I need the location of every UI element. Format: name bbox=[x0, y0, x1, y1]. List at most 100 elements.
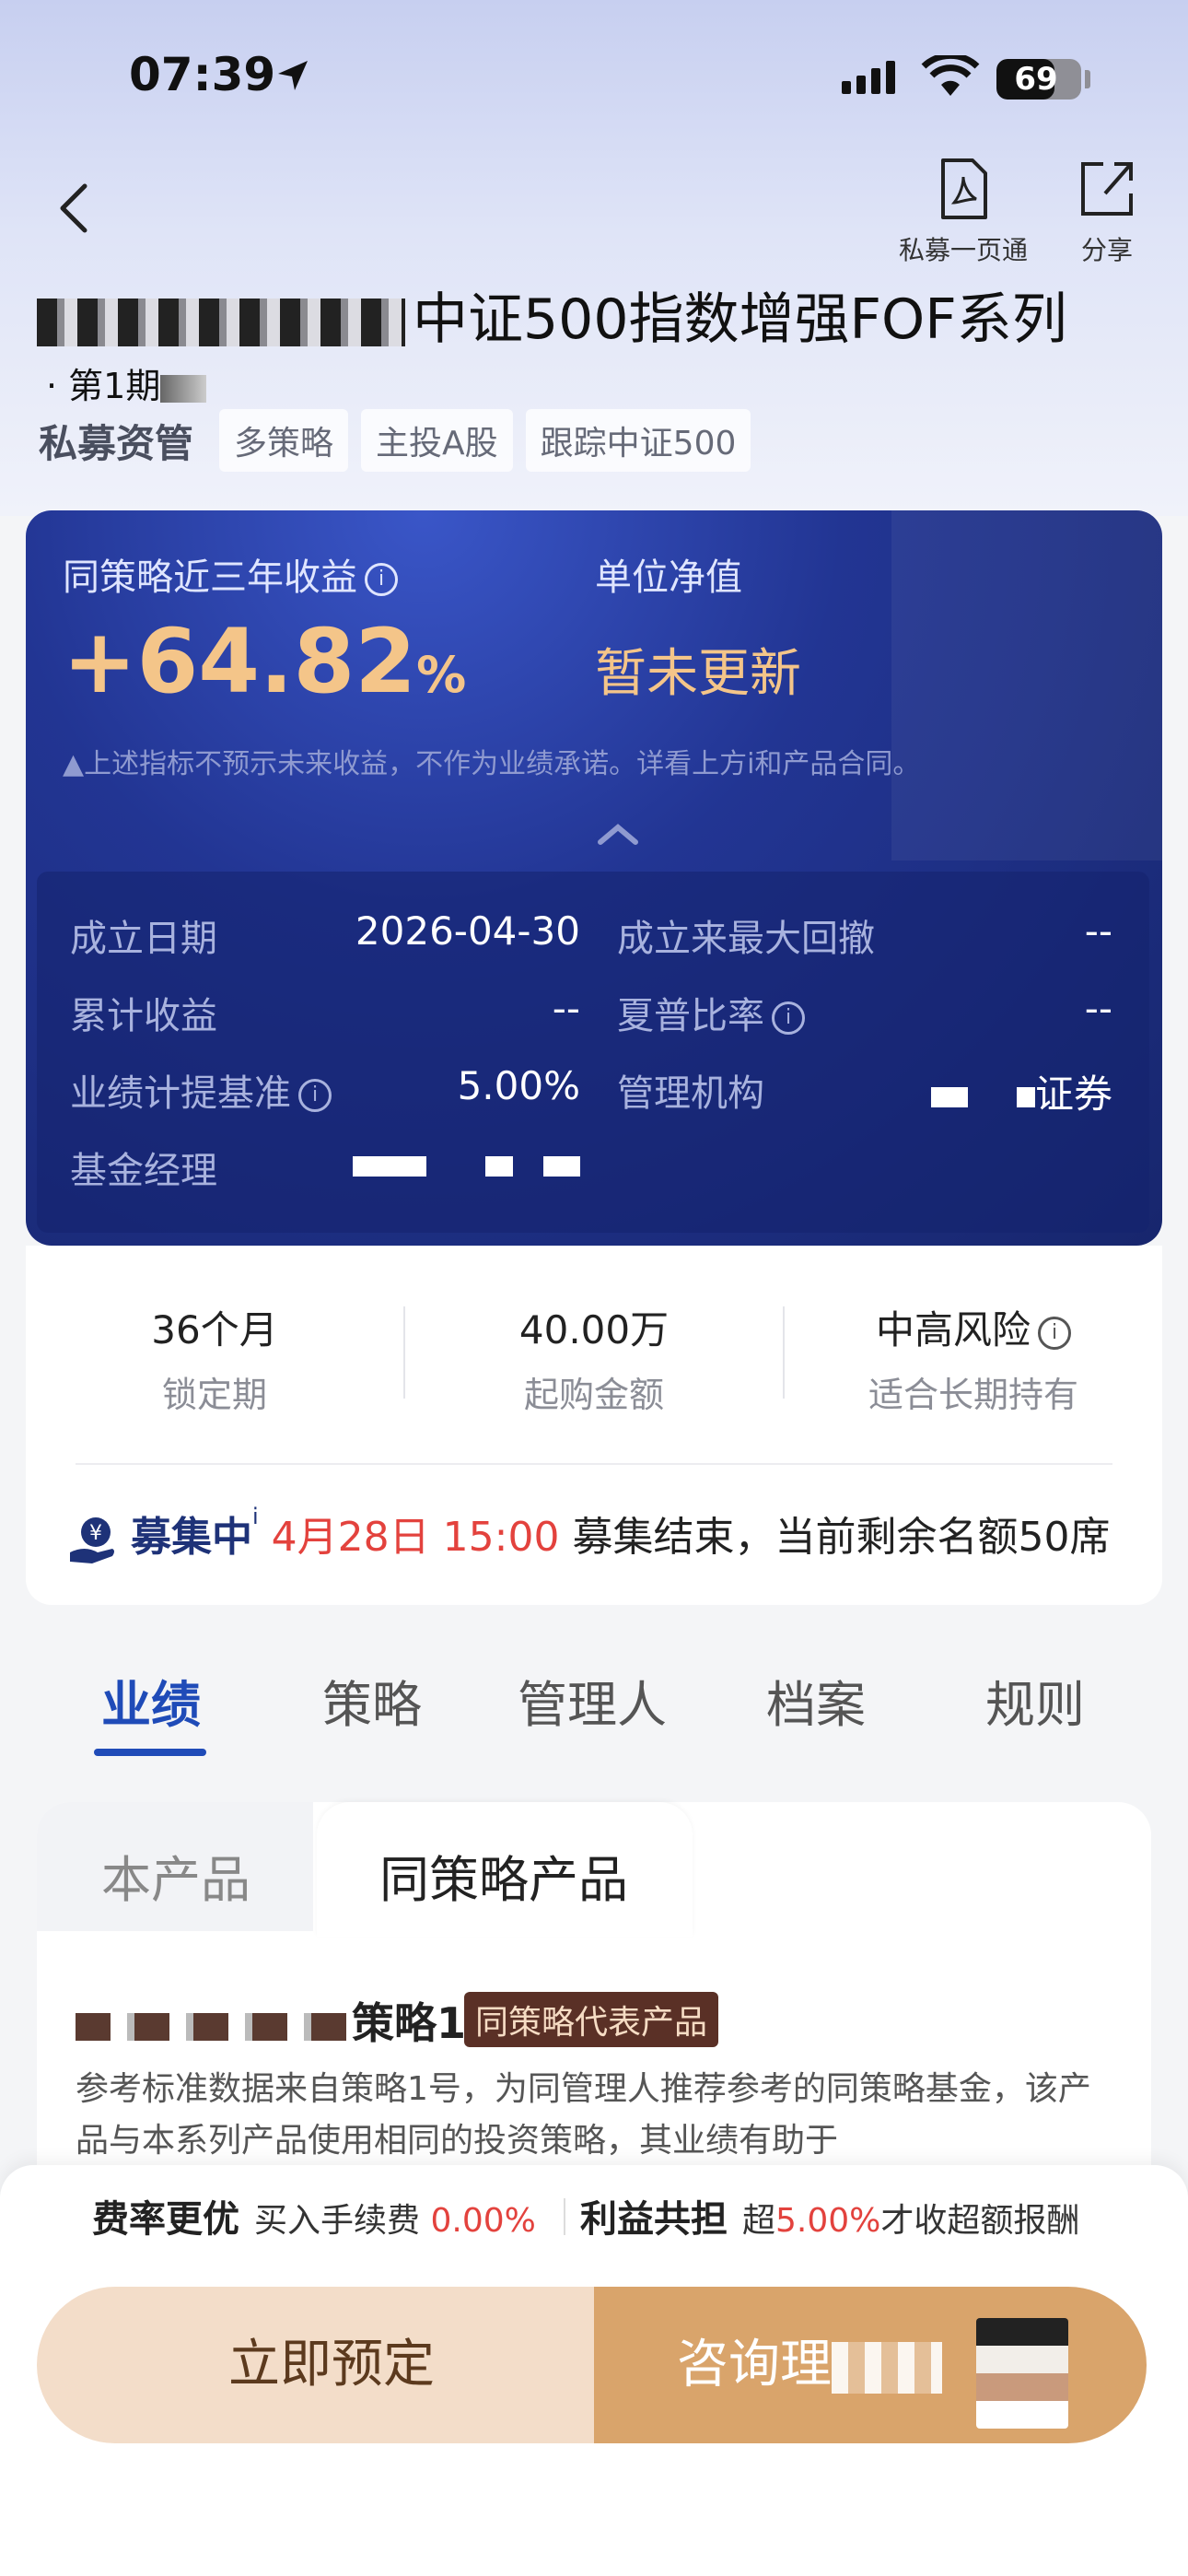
establish-date-label: 成立日期 bbox=[70, 918, 217, 960]
page-subtitle: · 第1期 bbox=[46, 357, 214, 408]
redacted-manager bbox=[353, 1155, 427, 1177]
reference-description: 参考标准数据来自策略1号，为同管理人推荐参考的同策略基金，该产品与本系列产品使用… bbox=[76, 2070, 1091, 2160]
shared-interest-suffix: 才收超额报酬 bbox=[880, 2202, 1080, 2240]
raising-status: 募集中 bbox=[131, 1514, 252, 1561]
tags-row: 私募资管 多策略 主投A股 跟踪中证500 bbox=[39, 409, 751, 472]
redacted-title-part bbox=[37, 299, 405, 347]
share-label: 分享 bbox=[1080, 235, 1133, 265]
management-org-text: 证券 bbox=[1034, 1071, 1112, 1117]
status-time: 07:39 bbox=[129, 48, 276, 101]
tab-rules[interactable]: 规则 bbox=[985, 1664, 1085, 1737]
management-org-value: 证券 bbox=[847, 1063, 1112, 1119]
raising-notice: ¥ 募集中i 4月28日 15:00 募集结束，当前剩余名额50席 bbox=[66, 1504, 1110, 1565]
tag-item: 跟踪中证500 bbox=[525, 409, 751, 472]
max-drawdown-value: -- bbox=[1084, 908, 1112, 954]
representative-badge: 同策略代表产品 bbox=[464, 1992, 719, 2047]
performance-card: 同策略近三年收益 i +64.82% 单位净值 暂未更新 ▲上述指标不预示未来收益… bbox=[26, 510, 1162, 1246]
cumulative-return-value: -- bbox=[552, 986, 580, 1031]
fee-benefit-title: 费率更优 bbox=[92, 2198, 239, 2241]
battery-tip bbox=[1085, 70, 1090, 88]
kpi-return-value: +64.82% bbox=[63, 610, 466, 713]
wifi-icon bbox=[921, 55, 980, 96]
svg-text:¥: ¥ bbox=[89, 1522, 102, 1545]
management-org-label: 管理机构 bbox=[617, 1072, 764, 1115]
redacted-org bbox=[1016, 1086, 1035, 1107]
risk-level-label: 适合长期持有 bbox=[868, 1375, 1078, 1415]
location-arrow-icon bbox=[278, 61, 308, 90]
divider bbox=[564, 2198, 565, 2235]
tag-item: 主投A股 bbox=[361, 409, 513, 472]
shared-interest-title: 利益共担 bbox=[580, 2198, 728, 2241]
lockup-label: 锁定期 bbox=[161, 1375, 267, 1415]
raising-info-sup[interactable]: i bbox=[252, 1504, 259, 1529]
details-panel: 成立日期 2026-04-30 成立来最大回撤 -- 累计收益 -- 夏普比率 i… bbox=[37, 872, 1149, 1233]
min-purchase-value: 40.00万 bbox=[518, 1307, 670, 1352]
cumulative-return-label: 累计收益 bbox=[70, 995, 217, 1037]
yuan-hand-icon: ¥ bbox=[70, 1517, 114, 1563]
sub-tab-same-strategy[interactable]: 同策略产品 bbox=[379, 1839, 628, 1912]
kpi-return-unit: % bbox=[416, 646, 467, 704]
benchmark-label: 业绩计提基准 i bbox=[70, 1063, 332, 1117]
advisor-avatar[interactable] bbox=[976, 2318, 1068, 2429]
fund-manager-label: 基金经理 bbox=[70, 1150, 217, 1192]
kpi-nav-value: 暂未更新 bbox=[595, 644, 801, 704]
back-chevron-icon[interactable] bbox=[52, 181, 98, 236]
tab-manager[interactable]: 管理人 bbox=[518, 1664, 667, 1737]
lockup-stat: 36个月 锁定期 bbox=[26, 1299, 403, 1417]
reserve-now-button[interactable]: 立即预定 bbox=[37, 2287, 626, 2443]
sharpe-ratio-label-text: 夏普比率 bbox=[617, 995, 764, 1037]
lockup-value: 36个月 bbox=[151, 1307, 278, 1352]
share-button[interactable]: 分享 bbox=[1077, 157, 1136, 267]
redacted-subtitle-part bbox=[160, 374, 207, 403]
active-tab-indicator bbox=[94, 1749, 206, 1756]
redacted-manager bbox=[543, 1155, 580, 1177]
kpi-return-label: 同策略近三年收益 i bbox=[63, 547, 398, 601]
benchmark-label-text: 业绩计提基准 bbox=[70, 1072, 291, 1115]
cellular-signal-icon bbox=[842, 61, 895, 94]
info-icon[interactable]: i bbox=[1038, 1316, 1071, 1350]
pdf-icon bbox=[941, 158, 987, 219]
shared-interest-value: 5.00% bbox=[775, 2202, 881, 2240]
establish-date-value: 2026-04-30 bbox=[355, 908, 580, 954]
kpi-return-number: +64.82 bbox=[63, 610, 417, 713]
pdf-onepage-button[interactable]: 私募一页通 bbox=[899, 157, 1028, 267]
tab-performance[interactable]: 业绩 bbox=[101, 1664, 201, 1737]
card-highlight bbox=[891, 510, 1162, 861]
info-icon[interactable]: i bbox=[365, 563, 398, 596]
sharpe-ratio-label: 夏普比率 i bbox=[617, 986, 805, 1039]
tab-strategy[interactable]: 策略 bbox=[322, 1664, 422, 1737]
raising-deadline: 4月28日 15:00 bbox=[271, 1514, 560, 1561]
fund-manager-value bbox=[313, 1141, 580, 1186]
battery-percent: 69 bbox=[1014, 61, 1058, 98]
redacted-consult bbox=[832, 2341, 942, 2394]
risk-level-text: 中高风险 bbox=[875, 1307, 1031, 1352]
share-icon bbox=[1081, 162, 1133, 216]
reference-product-name: 策略1号 bbox=[76, 1990, 508, 2051]
kpi-return-label-text: 同策略近三年收益 bbox=[63, 556, 357, 599]
disclaimer-text: ▲上述指标不预示未来收益，不作为业绩承诺。详看上方i和产品合同。 bbox=[63, 748, 921, 780]
page-title: 中证500指数增强FOF系列 bbox=[37, 275, 1067, 355]
tag-item: 多策略 bbox=[219, 409, 349, 472]
chevron-up-icon[interactable] bbox=[595, 820, 641, 848]
max-drawdown-label: 成立来最大回撤 bbox=[617, 918, 875, 960]
fee-benefit-value: 0.00% bbox=[430, 2202, 536, 2240]
risk-level-stat: 中高风险 i 适合长期持有 bbox=[785, 1299, 1162, 1417]
info-icon[interactable]: i bbox=[772, 1001, 805, 1035]
sharpe-ratio-value: -- bbox=[1084, 986, 1112, 1031]
fee-benefit: 费率更优 买入手续费 0.00% bbox=[92, 2189, 536, 2242]
battery-icon: 69 bbox=[996, 59, 1081, 100]
fee-benefit-text: 买入手续费 bbox=[254, 2202, 421, 2240]
title-text: 中证500指数增强FOF系列 bbox=[413, 287, 1067, 352]
subtitle-text: · 第1期 bbox=[46, 366, 161, 406]
tab-archive[interactable]: 档案 bbox=[766, 1664, 866, 1737]
pdf-onepage-label: 私募一页通 bbox=[899, 235, 1029, 265]
consult-label: 咨询理 bbox=[677, 2335, 832, 2395]
redacted-product-name bbox=[76, 2012, 352, 2041]
redacted-manager bbox=[484, 1155, 513, 1177]
key-terms-card: 36个月 锁定期 40.00万 起购金额 中高风险 i 适合长期持有 ¥ 募集中i… bbox=[26, 1246, 1162, 1605]
category-label: 私募资管 bbox=[39, 420, 194, 466]
divider bbox=[76, 1463, 1112, 1465]
shared-interest-benefit: 利益共担 超5.00%才收超额报酬 bbox=[580, 2189, 1079, 2242]
sub-tab-this-product[interactable]: 本产品 bbox=[101, 1839, 250, 1912]
min-purchase-stat: 40.00万 起购金额 bbox=[405, 1299, 783, 1417]
